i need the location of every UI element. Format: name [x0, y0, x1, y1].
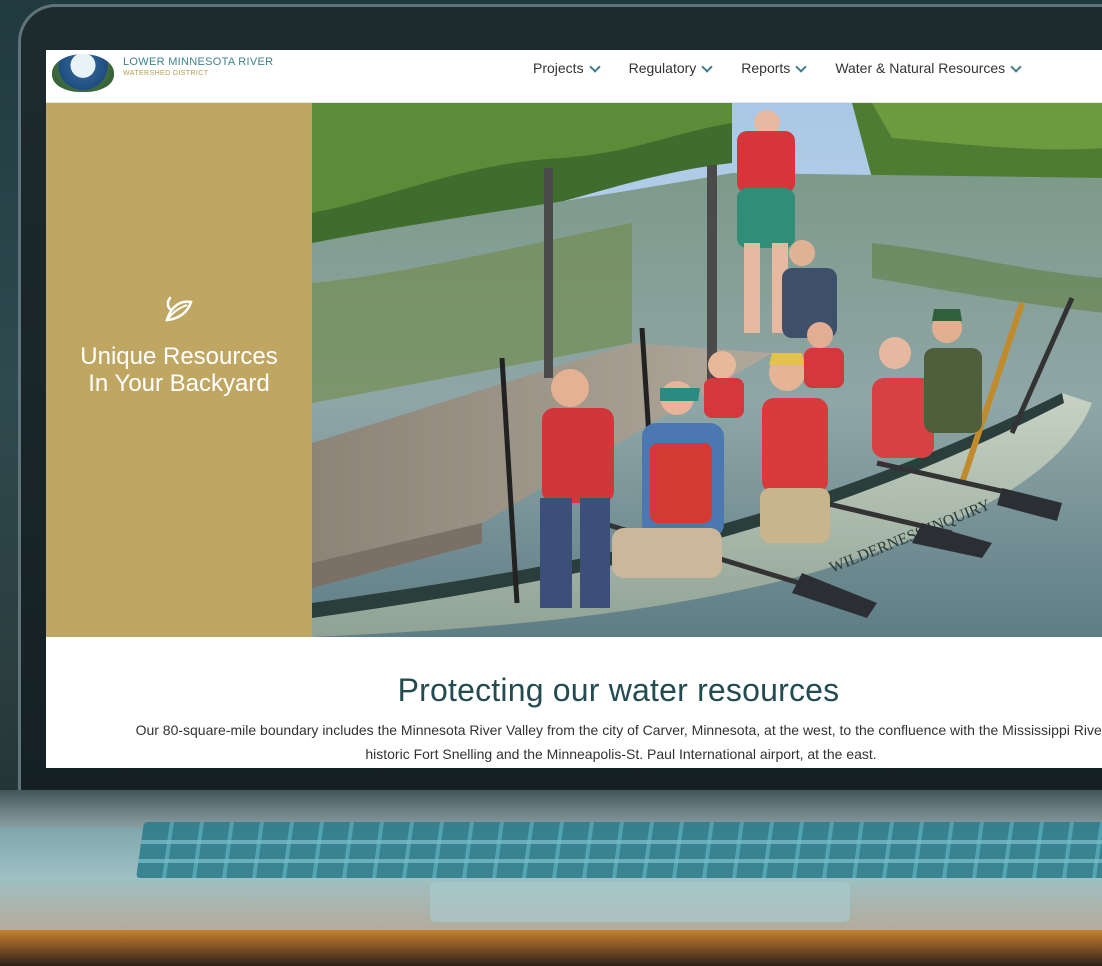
- chevron-down-icon: [1010, 60, 1022, 73]
- hero-title-line1: Unique Resources: [80, 343, 278, 370]
- browser-screen: LOWER MINNESOTA RIVER WATERSHED DISTRICT…: [46, 50, 1102, 768]
- chevron-down-icon: [588, 60, 601, 73]
- main-nav: Projects Regulatory Reports Water & Natu…: [533, 60, 1022, 76]
- logo-title[interactable]: LOWER MINNESOTA RIVER: [123, 56, 273, 68]
- hero-title: Unique Resources In Your Backyard: [46, 343, 312, 397]
- nav-projects-label: Projects: [533, 60, 584, 76]
- nav-regulatory-label: Regulatory: [628, 60, 697, 76]
- district-logo-icon[interactable]: [52, 54, 114, 92]
- nav-water-natural-resources[interactable]: Water & Natural Resources: [835, 60, 1022, 76]
- hero-title-line2: In Your Backyard: [88, 370, 270, 397]
- site-header: LOWER MINNESOTA RIVER WATERSHED DISTRICT…: [46, 50, 1102, 103]
- leaf-icon: [165, 296, 193, 322]
- trackpad: [430, 882, 850, 922]
- keyboard: [136, 822, 1102, 878]
- section-heading: Protecting our water resources: [397, 672, 840, 708]
- section-body-line2: historic Fort Snelling and the Minneapol…: [365, 746, 877, 762]
- section-body-line1: Our 80-square-mile boundary includes the…: [135, 722, 1102, 738]
- desk-edge: [0, 930, 1102, 966]
- chevron-down-icon: [701, 60, 713, 73]
- hero-photo-canoe-group: WILDERNESS INQUIRY: [312, 103, 1102, 637]
- nav-water-label: Water & Natural Resources: [835, 60, 1006, 76]
- nav-regulatory[interactable]: Regulatory: [628, 60, 713, 76]
- section-body: Our 80-square-mile boundary includes the…: [76, 718, 1102, 766]
- nav-projects[interactable]: Projects: [533, 60, 601, 76]
- nav-reports-label: Reports: [741, 60, 791, 76]
- hero-callout: Unique Resources In Your Backyard: [46, 103, 312, 637]
- chevron-down-icon: [795, 60, 807, 73]
- logo-subtitle[interactable]: WATERSHED DISTRICT: [123, 70, 208, 77]
- nav-reports[interactable]: Reports: [741, 60, 807, 76]
